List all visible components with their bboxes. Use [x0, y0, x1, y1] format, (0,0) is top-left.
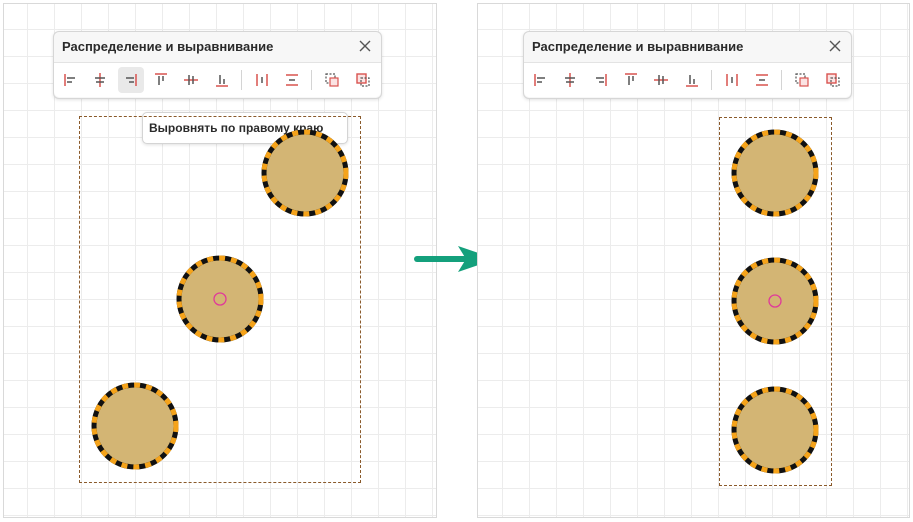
align-top-icon[interactable] [148, 67, 174, 93]
distribute-vertical-icon[interactable] [749, 67, 775, 93]
distribute-horizontal-icon[interactable] [249, 67, 275, 93]
align-bottom-icon[interactable] [679, 67, 705, 93]
align-center-horizontal-icon[interactable] [87, 67, 113, 93]
close-icon[interactable] [825, 36, 845, 56]
circle-shape-top[interactable] [730, 128, 820, 218]
panel-title: Распределение и выравнивание [532, 39, 744, 54]
align-bottom-icon[interactable] [209, 67, 235, 93]
distribute-horizontal-icon[interactable] [719, 67, 745, 93]
circle-shape-middle[interactable] [730, 256, 820, 346]
panel-header: Распределение и выравнивание [54, 32, 381, 62]
align-center-vertical-icon[interactable] [648, 67, 674, 93]
align-right-icon[interactable] [588, 67, 614, 93]
align-left-icon[interactable] [57, 67, 83, 93]
circle-shape-bottom[interactable] [730, 385, 820, 475]
circle-shape-bottom[interactable] [90, 381, 180, 471]
align-to-key-object-icon[interactable] [350, 67, 376, 93]
toolbar-separator [241, 70, 242, 90]
close-icon[interactable] [355, 36, 375, 56]
panel-toolbar [54, 62, 381, 97]
align-panel-before: Распределение и выравнивание [53, 31, 382, 99]
circle-shape-middle[interactable] [175, 254, 265, 344]
panel-title: Распределение и выравнивание [62, 39, 274, 54]
align-left-icon[interactable] [527, 67, 553, 93]
align-to-key-object-icon[interactable] [820, 67, 846, 93]
circle-shape-top[interactable] [260, 128, 350, 218]
toolbar-separator [311, 70, 312, 90]
align-to-selection-icon[interactable] [319, 67, 345, 93]
distribute-vertical-icon[interactable] [279, 67, 305, 93]
toolbar-separator [711, 70, 712, 90]
align-to-selection-icon[interactable] [789, 67, 815, 93]
toolbar-separator [781, 70, 782, 90]
panel-toolbar [524, 62, 851, 97]
align-right-icon[interactable] [118, 67, 144, 93]
panel-header: Распределение и выравнивание [524, 32, 851, 62]
align-center-vertical-icon[interactable] [178, 67, 204, 93]
align-center-horizontal-icon[interactable] [557, 67, 583, 93]
align-panel-after: Распределение и выравнивание [523, 31, 852, 99]
align-top-icon[interactable] [618, 67, 644, 93]
